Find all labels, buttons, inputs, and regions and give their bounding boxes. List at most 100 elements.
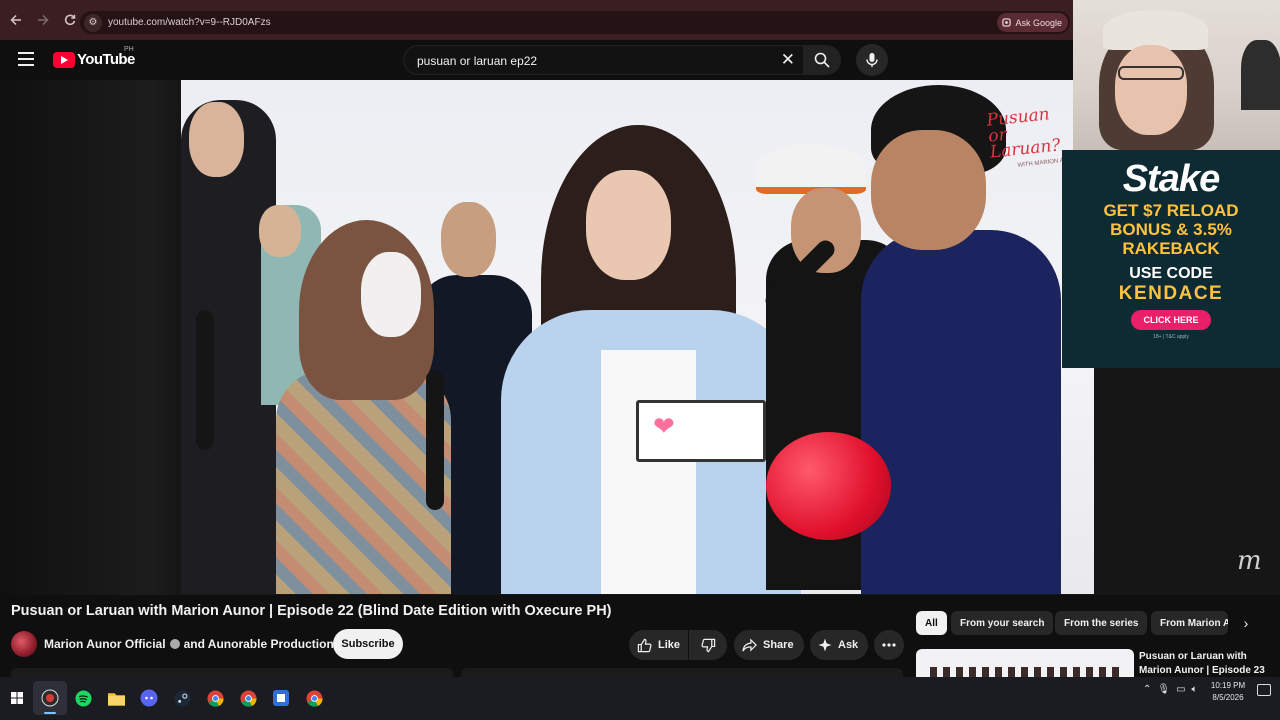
- taskbar-chrome-3[interactable]: [297, 681, 331, 715]
- search-icon: [814, 52, 830, 68]
- streamer-face: [1115, 45, 1187, 135]
- steam-icon: [173, 689, 191, 707]
- man-navy-body: [861, 230, 1061, 594]
- more-actions-button[interactable]: [874, 630, 904, 660]
- taskbar-clock[interactable]: 10:19 PM 8/5/2026: [1208, 680, 1248, 704]
- tray-network-icon[interactable]: ▭: [1176, 684, 1185, 695]
- man-navy-face: [871, 130, 986, 250]
- taskbar-obs[interactable]: [33, 681, 67, 715]
- ask-google-button[interactable]: Ask Google: [997, 13, 1068, 32]
- chip-from-marion[interactable]: From Marion A: [1151, 611, 1228, 635]
- video-player[interactable]: ❤ Pusuan or Laruan? WITH MARION AUNOR: [181, 80, 1094, 594]
- channel-row: Marion Aunor Official and Aunorable Prod…: [11, 630, 340, 658]
- video-title: Pusuan or Laruan with Marion Aunor | Epi…: [11, 603, 612, 619]
- browser-toolbar: ⚙ youtube.com/watch?v=9--RJD0AFzs Ask Go…: [0, 0, 1073, 40]
- tray-microphone-icon[interactable]: 🎙︎: [1157, 684, 1170, 695]
- more-horizontal-icon: [882, 643, 896, 647]
- system-tray: ⌃ 🎙︎ ▭ 🔈︎: [1143, 684, 1198, 695]
- thumbnail-people: [930, 667, 1120, 677]
- tray-volume-icon[interactable]: 🔈︎: [1192, 684, 1198, 695]
- share-label: Share: [763, 639, 794, 651]
- streamer-webcam: [1073, 0, 1280, 150]
- ask-label: Ask: [838, 639, 859, 651]
- ad-promo-code: KENDACE: [1118, 283, 1224, 304]
- recommendation-title[interactable]: Pusuan or Laruan with Marion Aunor | Epi…: [1139, 650, 1274, 678]
- forward-button[interactable]: [31, 8, 55, 32]
- share-icon: [742, 637, 757, 652]
- chevron-right-icon[interactable]: ›: [1236, 613, 1256, 633]
- chip-all[interactable]: All: [916, 611, 947, 635]
- bg-person-1-face: [259, 205, 301, 257]
- back-button[interactable]: [4, 8, 28, 32]
- reload-button[interactable]: [58, 8, 82, 32]
- collaborator-text[interactable]: and Aunorable Productions: [184, 637, 341, 651]
- reload-icon: [64, 14, 76, 26]
- search-input[interactable]: pusuan or laruan ep22 ✕: [403, 45, 803, 75]
- streamer-cap: [1103, 10, 1208, 50]
- clock-date: 8/5/2026: [1212, 693, 1244, 702]
- site-info-icon[interactable]: ⚙: [84, 13, 102, 32]
- taskbar-chrome-1[interactable]: [198, 681, 232, 715]
- streamer-glasses: [1118, 66, 1184, 80]
- channel-watermark[interactable]: m: [1237, 546, 1262, 576]
- search-query[interactable]: pusuan or laruan ep22: [417, 54, 537, 68]
- channel-avatar[interactable]: [11, 631, 37, 657]
- ask-button[interactable]: Ask: [810, 630, 868, 660]
- woman-floral-dress: [276, 370, 451, 594]
- windows-logo-icon: [11, 692, 23, 704]
- chip-from-the-series[interactable]: From the series: [1055, 611, 1148, 635]
- taskbar-app-blue[interactable]: [264, 681, 298, 715]
- ad-fine-print: 18+ | T&C apply: [1153, 334, 1189, 340]
- thumbs-down-icon: [700, 638, 715, 652]
- forward-arrow-icon: [38, 14, 49, 26]
- channel-name-text[interactable]: Marion Aunor Official: [44, 637, 166, 651]
- ad-line-3: RAKEBACK: [1122, 239, 1220, 258]
- chip-from-your-search[interactable]: From your search: [951, 611, 1054, 635]
- thumbs-up-icon: [637, 638, 652, 652]
- blue-app-icon: [273, 690, 289, 706]
- clear-search-icon[interactable]: ✕: [781, 50, 795, 70]
- youtube-play-icon: [53, 51, 75, 68]
- stake-ad-overlay[interactable]: Stake GET $7 RELOAD BONUS & 3.5% RAKEBAC…: [1062, 150, 1280, 368]
- host-woman-face: [586, 170, 671, 280]
- lens-icon: [1002, 18, 1012, 27]
- man-cap-hat: [756, 144, 866, 194]
- url-text[interactable]: youtube.com/watch?v=9--RJD0AFzs: [108, 17, 271, 28]
- chrome-icon: [239, 689, 257, 707]
- ad-click-here-button[interactable]: CLICK HERE: [1131, 310, 1211, 330]
- background-person: [1241, 40, 1280, 110]
- notification-icon[interactable]: [1257, 684, 1271, 696]
- taskbar-chrome-2[interactable]: [231, 681, 265, 715]
- obs-icon: [41, 689, 59, 707]
- tray-chevron-up-icon[interactable]: ⌃: [1143, 684, 1151, 695]
- recommendation-thumbnail[interactable]: [916, 649, 1134, 677]
- dislike-button[interactable]: [689, 630, 727, 660]
- heart-icon: ❤: [653, 411, 675, 441]
- voice-search-button[interactable]: [856, 44, 888, 76]
- taskbar-spotify[interactable]: [66, 681, 100, 715]
- woman-floral-face: [361, 252, 421, 337]
- like-button[interactable]: Like: [629, 630, 688, 660]
- back-arrow-icon: [10, 14, 21, 26]
- subscribe-button[interactable]: Subscribe: [333, 629, 403, 659]
- microphone-icon: [866, 53, 878, 67]
- microphone-2: [196, 310, 214, 450]
- address-bar[interactable]: ⚙ youtube.com/watch?v=9--RJD0AFzs Ask Go…: [80, 11, 1070, 34]
- youtube-logo[interactable]: YouTube PH: [53, 46, 135, 68]
- host-card: ❤: [636, 400, 766, 462]
- hamburger-menu-icon[interactable]: [18, 52, 34, 66]
- chrome-icon: [305, 689, 323, 707]
- taskbar-discord[interactable]: [132, 681, 166, 715]
- folder-icon: [107, 692, 125, 706]
- youtube-header: YouTube PH pusuan or laruan ep22 ✕: [0, 40, 1073, 80]
- microphone-1: [426, 370, 444, 510]
- channel-name[interactable]: Marion Aunor Official and Aunorable Prod…: [44, 637, 340, 651]
- taskbar-file-explorer[interactable]: [99, 681, 133, 715]
- taskbar-steam[interactable]: [165, 681, 199, 715]
- share-button[interactable]: Share: [734, 630, 804, 660]
- like-label: Like: [658, 639, 681, 651]
- sparkle-icon: [818, 638, 832, 652]
- start-button[interactable]: [0, 681, 34, 715]
- chrome-icon: [206, 689, 224, 707]
- search-button[interactable]: [803, 45, 841, 75]
